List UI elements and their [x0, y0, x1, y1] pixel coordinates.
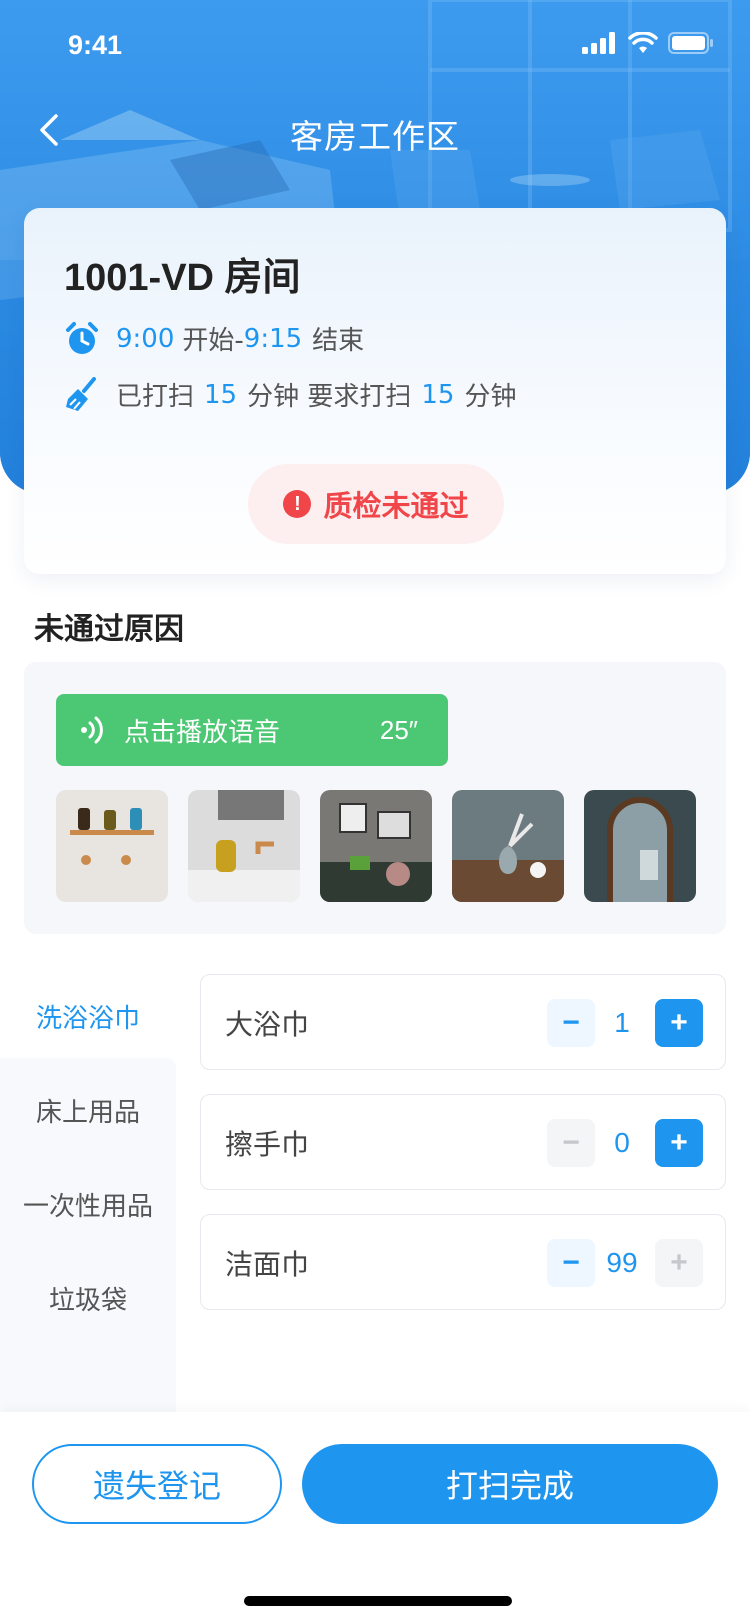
photo-list	[56, 790, 696, 902]
status-bar: 9:41	[0, 0, 750, 96]
bottom-action-bar: 遗失登记 打扫完成	[0, 1412, 750, 1624]
item-quantity: 99	[606, 1247, 638, 1278]
item-quantity: 1	[614, 1007, 630, 1038]
cleaning-done-button[interactable]: 打扫完成	[302, 1444, 718, 1524]
reason-panel: 点击播放语音 25″	[24, 662, 726, 934]
battery-icon	[668, 32, 713, 54]
item-name: 擦手巾	[225, 1128, 310, 1161]
inspection-status-badge: ! 质检未通过	[248, 464, 504, 544]
increase-button[interactable]: +	[655, 999, 703, 1047]
end-suffix: 结束	[312, 326, 365, 356]
decrease-button[interactable]: −	[547, 1119, 595, 1167]
required-minutes: 15	[421, 379, 455, 410]
status-icons	[582, 32, 714, 54]
reason-section-title: 未通过原因	[34, 612, 184, 647]
decrease-button[interactable]: −	[547, 999, 595, 1047]
item-name: 洁面巾	[225, 1248, 310, 1281]
category-sidebar: 洗浴浴巾 床上用品 一次性用品 垃圾袋	[0, 958, 176, 1412]
end-time: 9:15	[243, 323, 303, 354]
item-quantity: 0	[614, 1127, 630, 1158]
photo-thumbnail[interactable]	[56, 790, 168, 902]
sound-wave-icon	[81, 716, 103, 744]
voice-label: 点击播放语音	[124, 717, 281, 748]
voice-duration: 25″	[379, 714, 418, 745]
housekeeping-screen: 9:41 客房工作区 1001-VD 房间 9:00 开始- 9:15 结束 已…	[0, 0, 750, 1624]
signal-icon	[582, 32, 615, 54]
category-item-disposables[interactable]: 一次性用品	[0, 1186, 176, 1223]
photo-thumbnail[interactable]	[188, 790, 300, 902]
broom-icon	[66, 376, 96, 411]
cleaning-duration-line: 已打扫 15 分钟 要求打扫 15 分钟	[64, 376, 516, 413]
supply-item: 大浴巾 − 1 +	[200, 974, 726, 1070]
supply-item: 擦手巾 − 0 +	[200, 1094, 726, 1190]
page-title: 客房工作区	[290, 117, 460, 156]
photo-thumbnail[interactable]	[452, 790, 564, 902]
increase-button[interactable]: +	[655, 1239, 703, 1287]
voice-message-button[interactable]: 点击播放语音 25″	[56, 694, 448, 766]
alarm-clock-icon	[66, 321, 98, 354]
cleaned-suffix: 分钟	[464, 382, 517, 412]
supply-item: 洁面巾 − 99 +	[200, 1214, 726, 1310]
room-card: 1001-VD 房间 9:00 开始- 9:15 结束 已打扫 15 分钟 要求…	[24, 208, 726, 574]
navigation-bar: 客房工作区	[0, 96, 750, 166]
photo-thumbnail[interactable]	[320, 790, 432, 902]
cleaned-mid: 分钟 要求打扫	[247, 382, 412, 412]
category-item-bedding[interactable]: 床上用品	[0, 1092, 176, 1129]
category-item-trash-bags[interactable]: 垃圾袋	[0, 1280, 176, 1317]
item-name: 大浴巾	[225, 1008, 310, 1041]
cleaned-minutes: 15	[204, 379, 238, 410]
cleaned-prefix: 已打扫	[116, 382, 195, 412]
wifi-icon	[628, 32, 658, 53]
inspection-status-text: 质检未通过	[323, 489, 469, 523]
room-number: 1001-VD 房间	[64, 257, 301, 299]
start-time: 9:00	[116, 323, 175, 354]
start-suffix: 开始-	[182, 326, 244, 356]
increase-button[interactable]: +	[655, 1119, 703, 1167]
schedule-line: 9:00 开始- 9:15 结束	[64, 320, 364, 357]
decrease-button[interactable]: −	[547, 1239, 595, 1287]
lost-item-button[interactable]: 遗失登记	[32, 1444, 282, 1524]
status-time: 9:41	[68, 30, 123, 60]
category-item-bath-towels[interactable]: 洗浴浴巾	[0, 998, 176, 1035]
warning-icon: !	[283, 490, 312, 518]
home-indicator	[244, 1596, 512, 1606]
photo-thumbnail[interactable]	[584, 790, 696, 902]
